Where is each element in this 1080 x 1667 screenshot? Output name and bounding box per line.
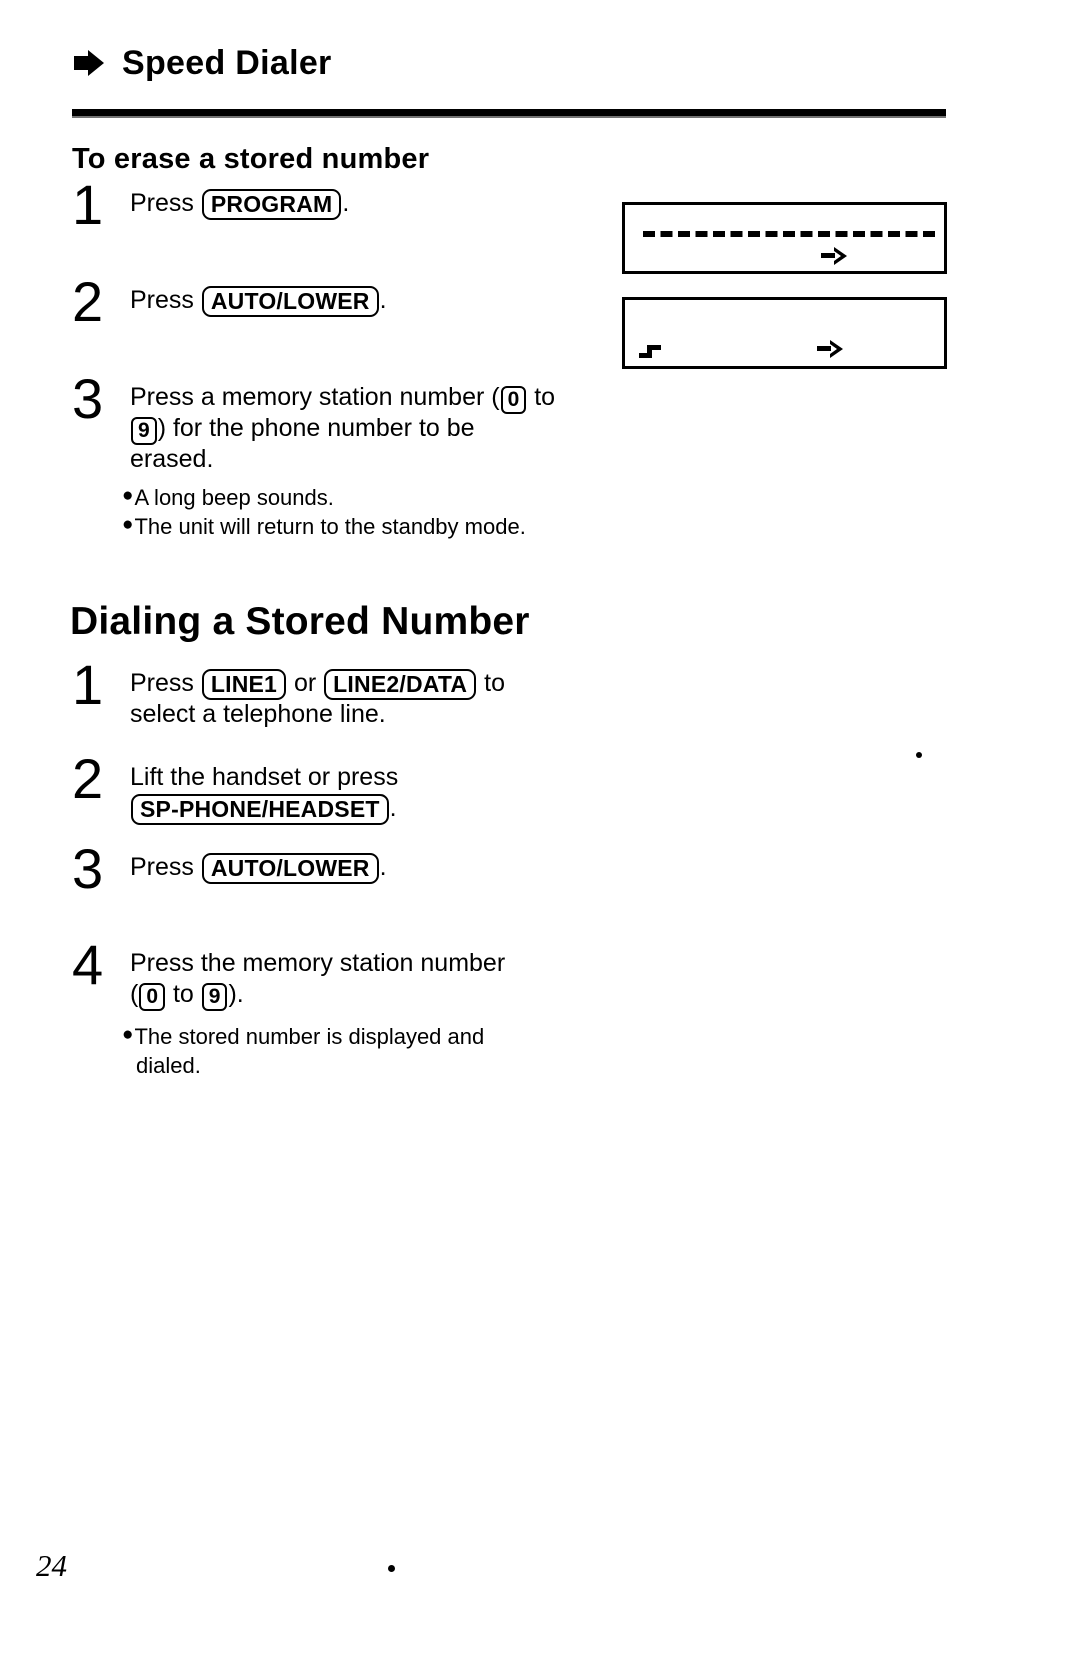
section-heading-erase: To erase a stored number [72, 143, 430, 175]
step-text-mid: to [527, 383, 556, 411]
bullet-dot-icon: ● [122, 485, 134, 506]
key-program[interactable]: PROGRAM [201, 189, 342, 221]
step-text: Press the memory station number (0 to 9)… [130, 948, 506, 1011]
right-arrow-indicator-icon [817, 338, 847, 360]
step-text-suffix: to [477, 669, 506, 697]
key-auto-lower[interactable]: AUTO/LOWER [201, 853, 379, 885]
step-text-line-1: Lift the handset or press [130, 763, 399, 791]
step-text-line-2: 9) for the phone number to be [130, 413, 555, 446]
note-text: dialed. [136, 1053, 201, 1079]
step-number: 1 [72, 173, 104, 236]
step-text-prefix: Press [130, 286, 201, 314]
step-text-suffix: . [389, 793, 397, 822]
key-line2-data[interactable]: LINE2/DATA [324, 669, 477, 701]
step-text: Press AUTO/LOWER. [130, 852, 387, 885]
step-text-prefix: Press [130, 189, 201, 217]
step-text-mid: to [166, 979, 201, 1008]
step-dial-1: 1 Press LINE1 or LINE2/DATA to select a … [72, 657, 612, 730]
step-text-prefix: ( [130, 979, 139, 1008]
step-text: Press AUTO/LOWER. [130, 285, 387, 318]
page-number: 24 [36, 1548, 67, 1583]
step-text: Press PROGRAM. [130, 188, 350, 221]
key-digit-0[interactable]: 0 [139, 982, 166, 1011]
running-head: Speed Dialer [72, 46, 332, 80]
step-text-suffix: ). [228, 979, 244, 1008]
step-text-line-2: (0 to 9). [130, 979, 505, 1011]
step-number: 1 [72, 653, 104, 716]
step-text-mid: or [287, 669, 324, 697]
step-number: 3 [72, 837, 104, 900]
header-rule [72, 109, 946, 118]
scan-speck [916, 752, 922, 758]
step-dial-3: 3 Press AUTO/LOWER. [72, 841, 612, 897]
notes-dialing: ● The stored number is displayed and dia… [122, 1022, 592, 1080]
step-text-suffix: . [379, 286, 387, 314]
step-number: 2 [72, 747, 104, 810]
step-text-prefix: Press [130, 853, 201, 881]
running-head-title: Speed Dialer [122, 44, 332, 82]
step-dial-2: 2 Lift the handset or press SP-PHONE/HEA… [72, 751, 612, 825]
key-digit-0[interactable]: 0 [500, 386, 527, 415]
step-text: Press a memory station number (0 to 9) f… [130, 382, 555, 475]
section-heading-dialing: Dialing a Stored Number [70, 600, 530, 643]
step-text-line-1: Press the memory station number [130, 949, 506, 977]
note-text: The unit will return to the standby mode… [134, 514, 526, 540]
step-text-line-3: erased. [130, 445, 214, 474]
step-text-suffix: ) for the phone number to be [157, 414, 475, 443]
step-text-line-1: Press LINE1 or LINE2/DATA to [130, 668, 506, 701]
right-arrow-indicator-icon [821, 245, 851, 267]
step-text-suffix: . [379, 853, 387, 881]
step-text-suffix: . [342, 189, 350, 217]
key-sp-phone-headset[interactable]: SP-PHONE/HEADSET [131, 793, 389, 825]
lcd-display-dashes [622, 202, 947, 274]
list-item: ● The stored number is displayed and [122, 1022, 592, 1051]
key-auto-lower[interactable]: AUTO/LOWER [201, 286, 379, 318]
step-erase-1: 1 Press PROGRAM. [72, 177, 572, 233]
lowercase-step-glyph-icon [639, 344, 665, 360]
manual-page: Speed Dialer To erase a stored number 1 … [0, 0, 1080, 1667]
bullet-dot-icon: ● [122, 514, 134, 536]
note-text: A long beep sounds. [134, 485, 334, 510]
bullet-dot-icon: ● [122, 1024, 134, 1045]
key-digit-9[interactable]: 9 [131, 417, 157, 446]
notes-erase: ● A long beep sounds. ● The unit will re… [122, 483, 592, 541]
step-text-line-1: Press a memory station number (0 to [130, 382, 556, 415]
step-erase-2: 2 Press AUTO/LOWER. [72, 274, 592, 330]
step-dial-4: 4 Press the memory station number (0 to … [72, 937, 612, 1011]
list-item: dialed. [122, 1051, 592, 1080]
list-item: ● A long beep sounds. [122, 483, 592, 512]
step-number: 3 [72, 367, 104, 430]
lcd-dashed-line [643, 231, 935, 237]
step-number: 2 [72, 270, 104, 333]
key-line1[interactable]: LINE1 [201, 669, 287, 701]
right-arrow-bullet-icon [72, 48, 106, 78]
step-text: Press LINE1 or LINE2/DATA to select a te… [130, 668, 505, 730]
note-text: The stored number is displayed and [134, 1024, 485, 1049]
key-digit-9[interactable]: 9 [201, 982, 228, 1011]
step-text: Lift the handset or press SP-PHONE/HEADS… [130, 762, 399, 825]
scan-speck [388, 1565, 395, 1572]
step-text-line-2: SP-PHONE/HEADSET. [130, 793, 398, 825]
step-number: 4 [72, 933, 104, 996]
list-item: ● The unit will return to the standby mo… [122, 512, 592, 541]
lcd-display-blank [622, 297, 947, 369]
step-text-prefix: Press a memory station number ( [130, 383, 500, 411]
step-text-prefix: Press [130, 669, 201, 697]
step-text-line-2: select a telephone line. [130, 700, 386, 729]
step-erase-3: 3 Press a memory station number (0 to 9)… [72, 371, 612, 475]
